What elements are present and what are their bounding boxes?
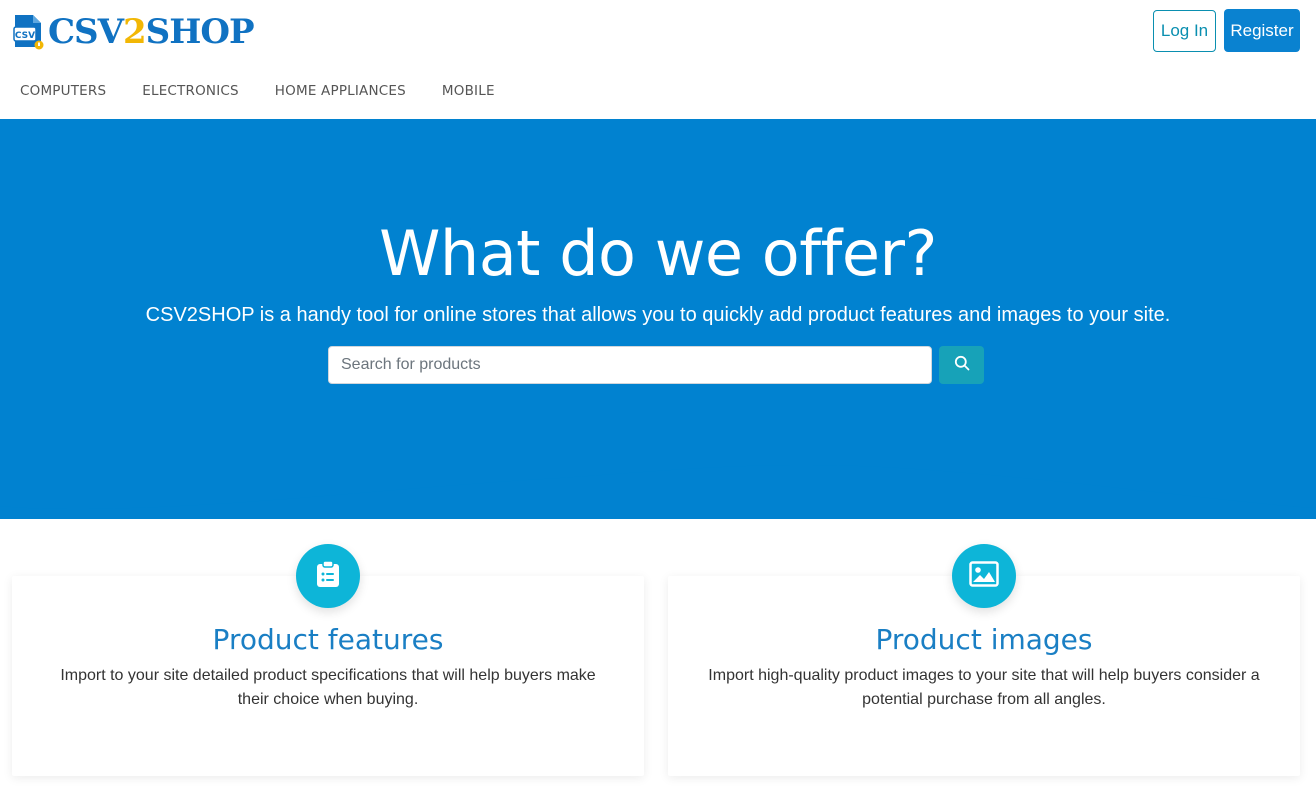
feature-card-text: Import high-quality product images to yo… bbox=[708, 667, 1260, 708]
feature-card-title: Product images bbox=[875, 623, 1093, 656]
csv-file-icon: CSV bbox=[12, 13, 46, 51]
site-header: CSV CSV2SHOP Log In Register COMPUTERS E… bbox=[0, 0, 1316, 119]
features-badge bbox=[296, 544, 360, 608]
nav-item-electronics[interactable]: ELECTRONICS bbox=[124, 78, 257, 104]
clipboard-list-icon bbox=[316, 559, 340, 593]
logo-icon-label: CSV bbox=[15, 31, 35, 41]
nav-item-computers[interactable]: COMPUTERS bbox=[2, 78, 124, 104]
feature-card-text: Import to your site detailed product spe… bbox=[60, 667, 596, 708]
hero-subtitle: CSV2SHOP is a handy tool for online stor… bbox=[145, 304, 1171, 326]
nav-item-mobile[interactable]: MOBILE bbox=[424, 78, 513, 104]
images-badge bbox=[952, 544, 1016, 608]
nav-item-home-appliances[interactable]: HOME APPLIANCES bbox=[257, 78, 424, 104]
hero-title: What do we offer? bbox=[379, 217, 937, 290]
register-button[interactable]: Register bbox=[1224, 9, 1300, 52]
logo-wordmark: CSV2SHOP bbox=[48, 12, 255, 52]
site-logo[interactable]: CSV CSV2SHOP bbox=[12, 12, 255, 52]
search-button[interactable] bbox=[939, 346, 984, 384]
search-input[interactable] bbox=[328, 346, 932, 384]
feature-card-title: Product features bbox=[212, 623, 444, 656]
logo-text-two: 2 bbox=[123, 12, 147, 52]
logo-text-csv: CSV bbox=[48, 12, 124, 52]
login-button[interactable]: Log In bbox=[1153, 10, 1216, 52]
category-nav: COMPUTERS ELECTRONICS HOME APPLIANCES MO… bbox=[2, 78, 513, 104]
image-icon bbox=[969, 560, 999, 592]
hero-wave-divider bbox=[0, 440, 1316, 509]
search-icon bbox=[954, 355, 970, 376]
logo-text-shop: SHOP bbox=[145, 12, 255, 52]
